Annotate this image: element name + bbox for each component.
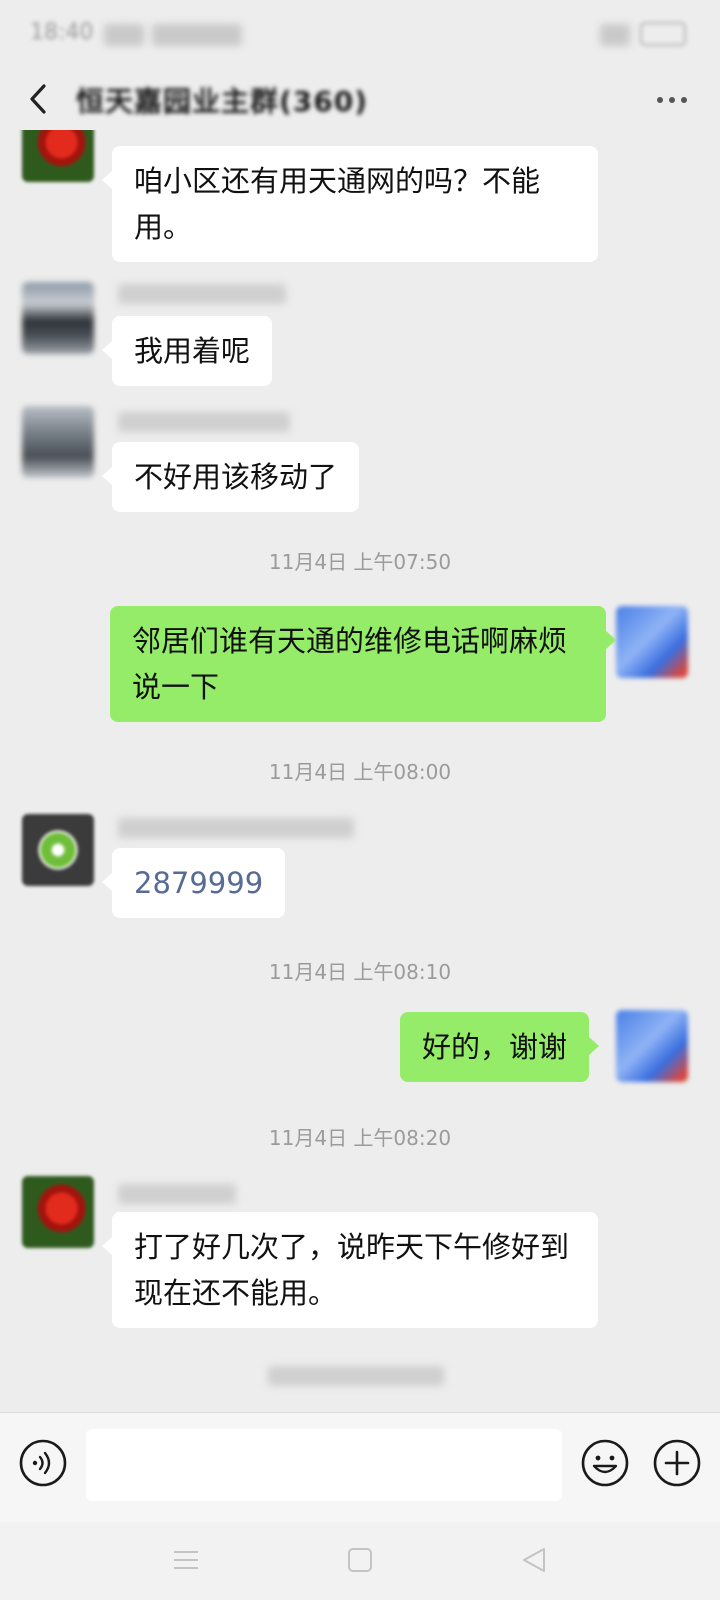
chat-header: 恒天嘉园业主群(360) [0,70,720,130]
message-bubble[interactable]: 打了好几次了，说昨天下午修好到现在还不能用。 [102,1212,598,1328]
message-input[interactable] [86,1429,562,1501]
message-bubble[interactable]: 不好用该移动了 [101,442,360,512]
timestamp-blurred [268,1366,444,1386]
sender-name-blurred [118,284,286,304]
emoji-button[interactable] [580,1438,630,1488]
timestamp: 11月4日 上午08:20 [268,1126,452,1150]
status-icon-blurred [152,24,242,46]
nav-back-icon [523,1548,545,1572]
more-dots-icon [657,97,687,103]
nav-home-button[interactable] [340,1540,380,1580]
message-bubble[interactable]: 我用着呢 [101,316,273,386]
message-bubble-self[interactable]: 好的，谢谢 [400,1012,600,1082]
voice-button[interactable] [18,1438,68,1488]
system-nav-bar [0,1522,720,1600]
sender-name-blurred [118,1184,236,1204]
chat-title: 恒天嘉园业主群(360) [76,85,369,118]
timestamp: 11月4日 上午07:50 [268,550,452,574]
avatar-self[interactable] [616,1010,688,1082]
message-bubble[interactable]: 2879999 [101,848,286,918]
more-button[interactable] [650,80,694,120]
status-time: 18:40 [30,20,94,45]
chat-messages[interactable]: 咱小区还有用天通网的吗？不能用。 我用着呢 不好用该移动了 11月4日 上午07… [0,130,720,1412]
nav-menu-icon [174,1551,198,1569]
avatar[interactable] [22,1176,94,1248]
nav-back-button[interactable] [514,1540,554,1580]
nav-menu-button[interactable] [166,1540,206,1580]
avatar[interactable] [22,282,94,354]
back-arrow-icon [30,84,46,114]
message-bubble-self[interactable]: 邻居们谁有天通的维修电话啊麻烦说一下 [110,606,616,722]
signal-icon [600,24,630,46]
status-bar: 18:40 [0,0,720,70]
status-icon-blurred [104,24,144,46]
avatar[interactable] [22,406,94,478]
input-bar [0,1412,720,1522]
avatar[interactable] [22,814,94,886]
emoji-icon [581,1439,629,1487]
plus-icon [653,1439,701,1487]
voice-icon [19,1439,67,1487]
avatar-self[interactable] [616,606,688,678]
timestamp: 11月4日 上午08:10 [268,960,452,984]
message-bubble[interactable]: 咱小区还有用天通网的吗？不能用。 [102,146,598,262]
sender-name-blurred [118,412,290,432]
back-button[interactable] [18,76,64,122]
avatar[interactable] [22,130,94,182]
battery-icon [640,22,686,46]
timestamp: 11月4日 上午08:00 [268,760,452,784]
nav-home-icon [348,1548,372,1572]
sender-name-blurred [118,818,354,838]
more-functions-button[interactable] [652,1438,702,1488]
